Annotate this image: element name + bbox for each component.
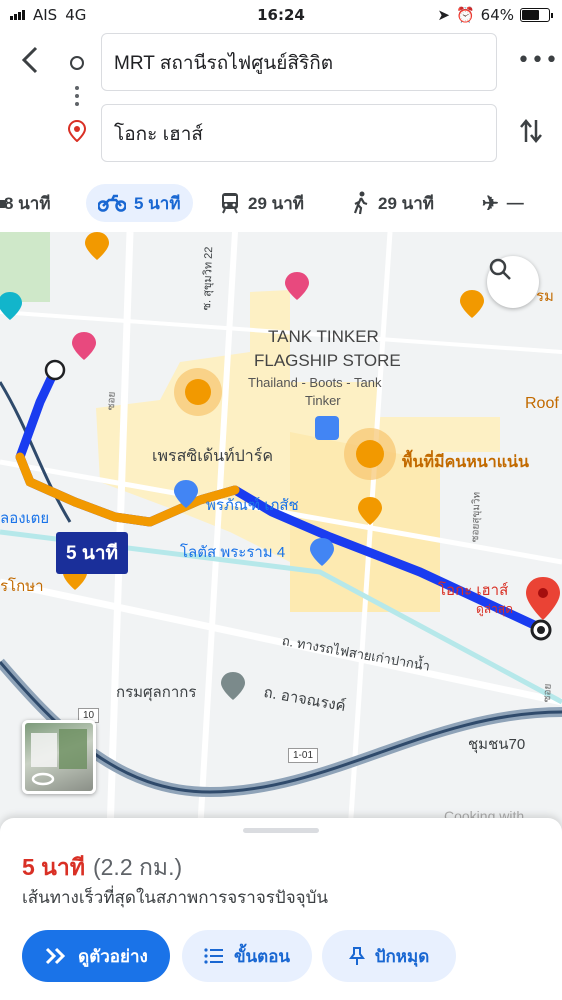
motorcycle-icon: [98, 194, 126, 212]
travel-mode-tabs: 8 นาที 5 นาที 29 นาที 29 นาที ✈ —: [0, 180, 562, 230]
map-label-rongkoba: รโกษา: [0, 578, 44, 595]
origin-field[interactable]: MRT สถานีรถไฟศูนย์สิริกิต: [101, 33, 497, 91]
tab-walk[interactable]: 29 นาที: [352, 184, 434, 222]
map-label-ram: รม: [536, 288, 554, 305]
map-label-flagship: FLAGSHIP STORE: [254, 351, 401, 370]
route-duration: 5 นาที: [22, 854, 85, 880]
swap-icon: [520, 119, 542, 143]
map-label-destination: โอกะ เฮาส์: [438, 582, 509, 599]
location-arrow-icon: ➤: [437, 6, 450, 24]
preview-button-label: ดูตัวอย่าง: [78, 946, 148, 966]
route-distance: (2.2 กม.): [92, 854, 183, 880]
route-duration-badge[interactable]: 5 นาที: [56, 532, 129, 574]
tab-flight-label: —: [506, 193, 524, 212]
double-chevron-icon: [46, 947, 66, 965]
search-icon: [489, 258, 511, 280]
street-view-thumbnail[interactable]: [22, 720, 96, 794]
preview-button[interactable]: ดูตัวอย่าง: [22, 930, 170, 982]
directions-header: MRT สถานีรถไฟศูนย์สิริกิต โอกะ เฮาส์ •••: [0, 30, 562, 170]
map-label-sukhumvit: ซ. สุขุมวิท 22: [200, 246, 216, 311]
pin-button-label: ปักหมุด: [374, 946, 430, 966]
map-label-customs: กรมศุลกากร: [116, 684, 197, 701]
tab-flight[interactable]: ✈ —: [482, 184, 524, 222]
more-options-button[interactable]: •••: [517, 48, 559, 73]
tab-motorcycle[interactable]: 5 นาที: [86, 184, 193, 222]
route-description: เส้นทางเร็วที่สุดในสภาพการจราจรปัจจุบัน: [22, 888, 329, 907]
route-summary-sheet[interactable]: 5 นาที (2.2 กม.) เส้นทางเร็วที่สุดในสภาพก…: [0, 818, 562, 1000]
swap-button[interactable]: [518, 116, 544, 152]
transit-icon: [222, 193, 238, 214]
map-label-khlong-toei: ลองเตย: [0, 510, 50, 527]
tab-transit[interactable]: 29 นาที: [220, 184, 304, 222]
tab-walk-label: 29 นาที: [378, 193, 435, 213]
car-icon: [0, 195, 6, 215]
tab-car-label: 8 นาที: [4, 193, 51, 213]
map-label-tinker: Tinker: [305, 393, 341, 408]
flight-icon: ✈: [482, 192, 499, 215]
tab-transit-label: 29 นาที: [248, 193, 305, 213]
alarm-icon: ⏰: [455, 6, 475, 24]
map-search-button[interactable]: [487, 256, 539, 308]
map-label-thailand-boots: Thailand - Boots - Tank: [248, 375, 382, 390]
map-label-soi-3: ซอยสุขุมวิท: [469, 491, 483, 543]
route-summary: 5 นาที (2.2 กม.): [22, 850, 182, 886]
battery-icon: [520, 8, 553, 22]
street-view-icon: [31, 729, 87, 786]
steps-button-label: ขั้นตอน: [233, 946, 291, 966]
walk-icon: [353, 191, 368, 215]
map-label-tank-tinker: TANK TINKER: [268, 327, 379, 346]
origin-dot-icon: [70, 56, 84, 70]
map-label-crowded: พื้นที่มีคนหนาแน่น: [402, 454, 529, 471]
destination-pin-icon: [67, 119, 87, 146]
sheet-drag-handle[interactable]: [243, 828, 319, 833]
map-view[interactable]: TANK TINKER FLAGSHIP STORE Thailand - Bo…: [0, 232, 562, 832]
tab-car[interactable]: 8 นาที: [0, 184, 51, 222]
map-label-soi-2: ซอย: [541, 683, 554, 703]
back-button[interactable]: [14, 42, 50, 78]
tab-motorcycle-label: 5 นาที: [134, 193, 181, 213]
steps-button[interactable]: ขั้นตอน: [182, 930, 312, 982]
list-icon: [204, 948, 223, 964]
map-label-chumchon: ชุมชน70: [468, 736, 526, 753]
route-dots-icon: [75, 86, 79, 106]
road-badge-101: 1-01: [288, 748, 319, 763]
map-label-park: เพรสซิเด้นท์ปาร์ค: [152, 448, 274, 465]
pin-icon: [348, 947, 365, 965]
pin-button[interactable]: ปักหมุด: [322, 930, 456, 982]
map-label-lotus: โลตัส พระราม 4: [180, 544, 286, 561]
battery-percent: 64%: [480, 6, 514, 24]
map-label-soi-1: ซอย: [105, 391, 118, 411]
destination-field[interactable]: โอกะ เฮาส์: [101, 104, 497, 162]
status-bar: AIS 4G 16:24 ➤ ⏰ 64%: [0, 0, 562, 30]
map-label-pharmacy: พรภัณฑ์ เภสัช: [206, 497, 299, 514]
map-label-destination-sub: ดูล่าสุด: [476, 602, 514, 616]
map-label-roof: Roof: [525, 395, 559, 412]
back-arrow-icon: [21, 46, 38, 74]
